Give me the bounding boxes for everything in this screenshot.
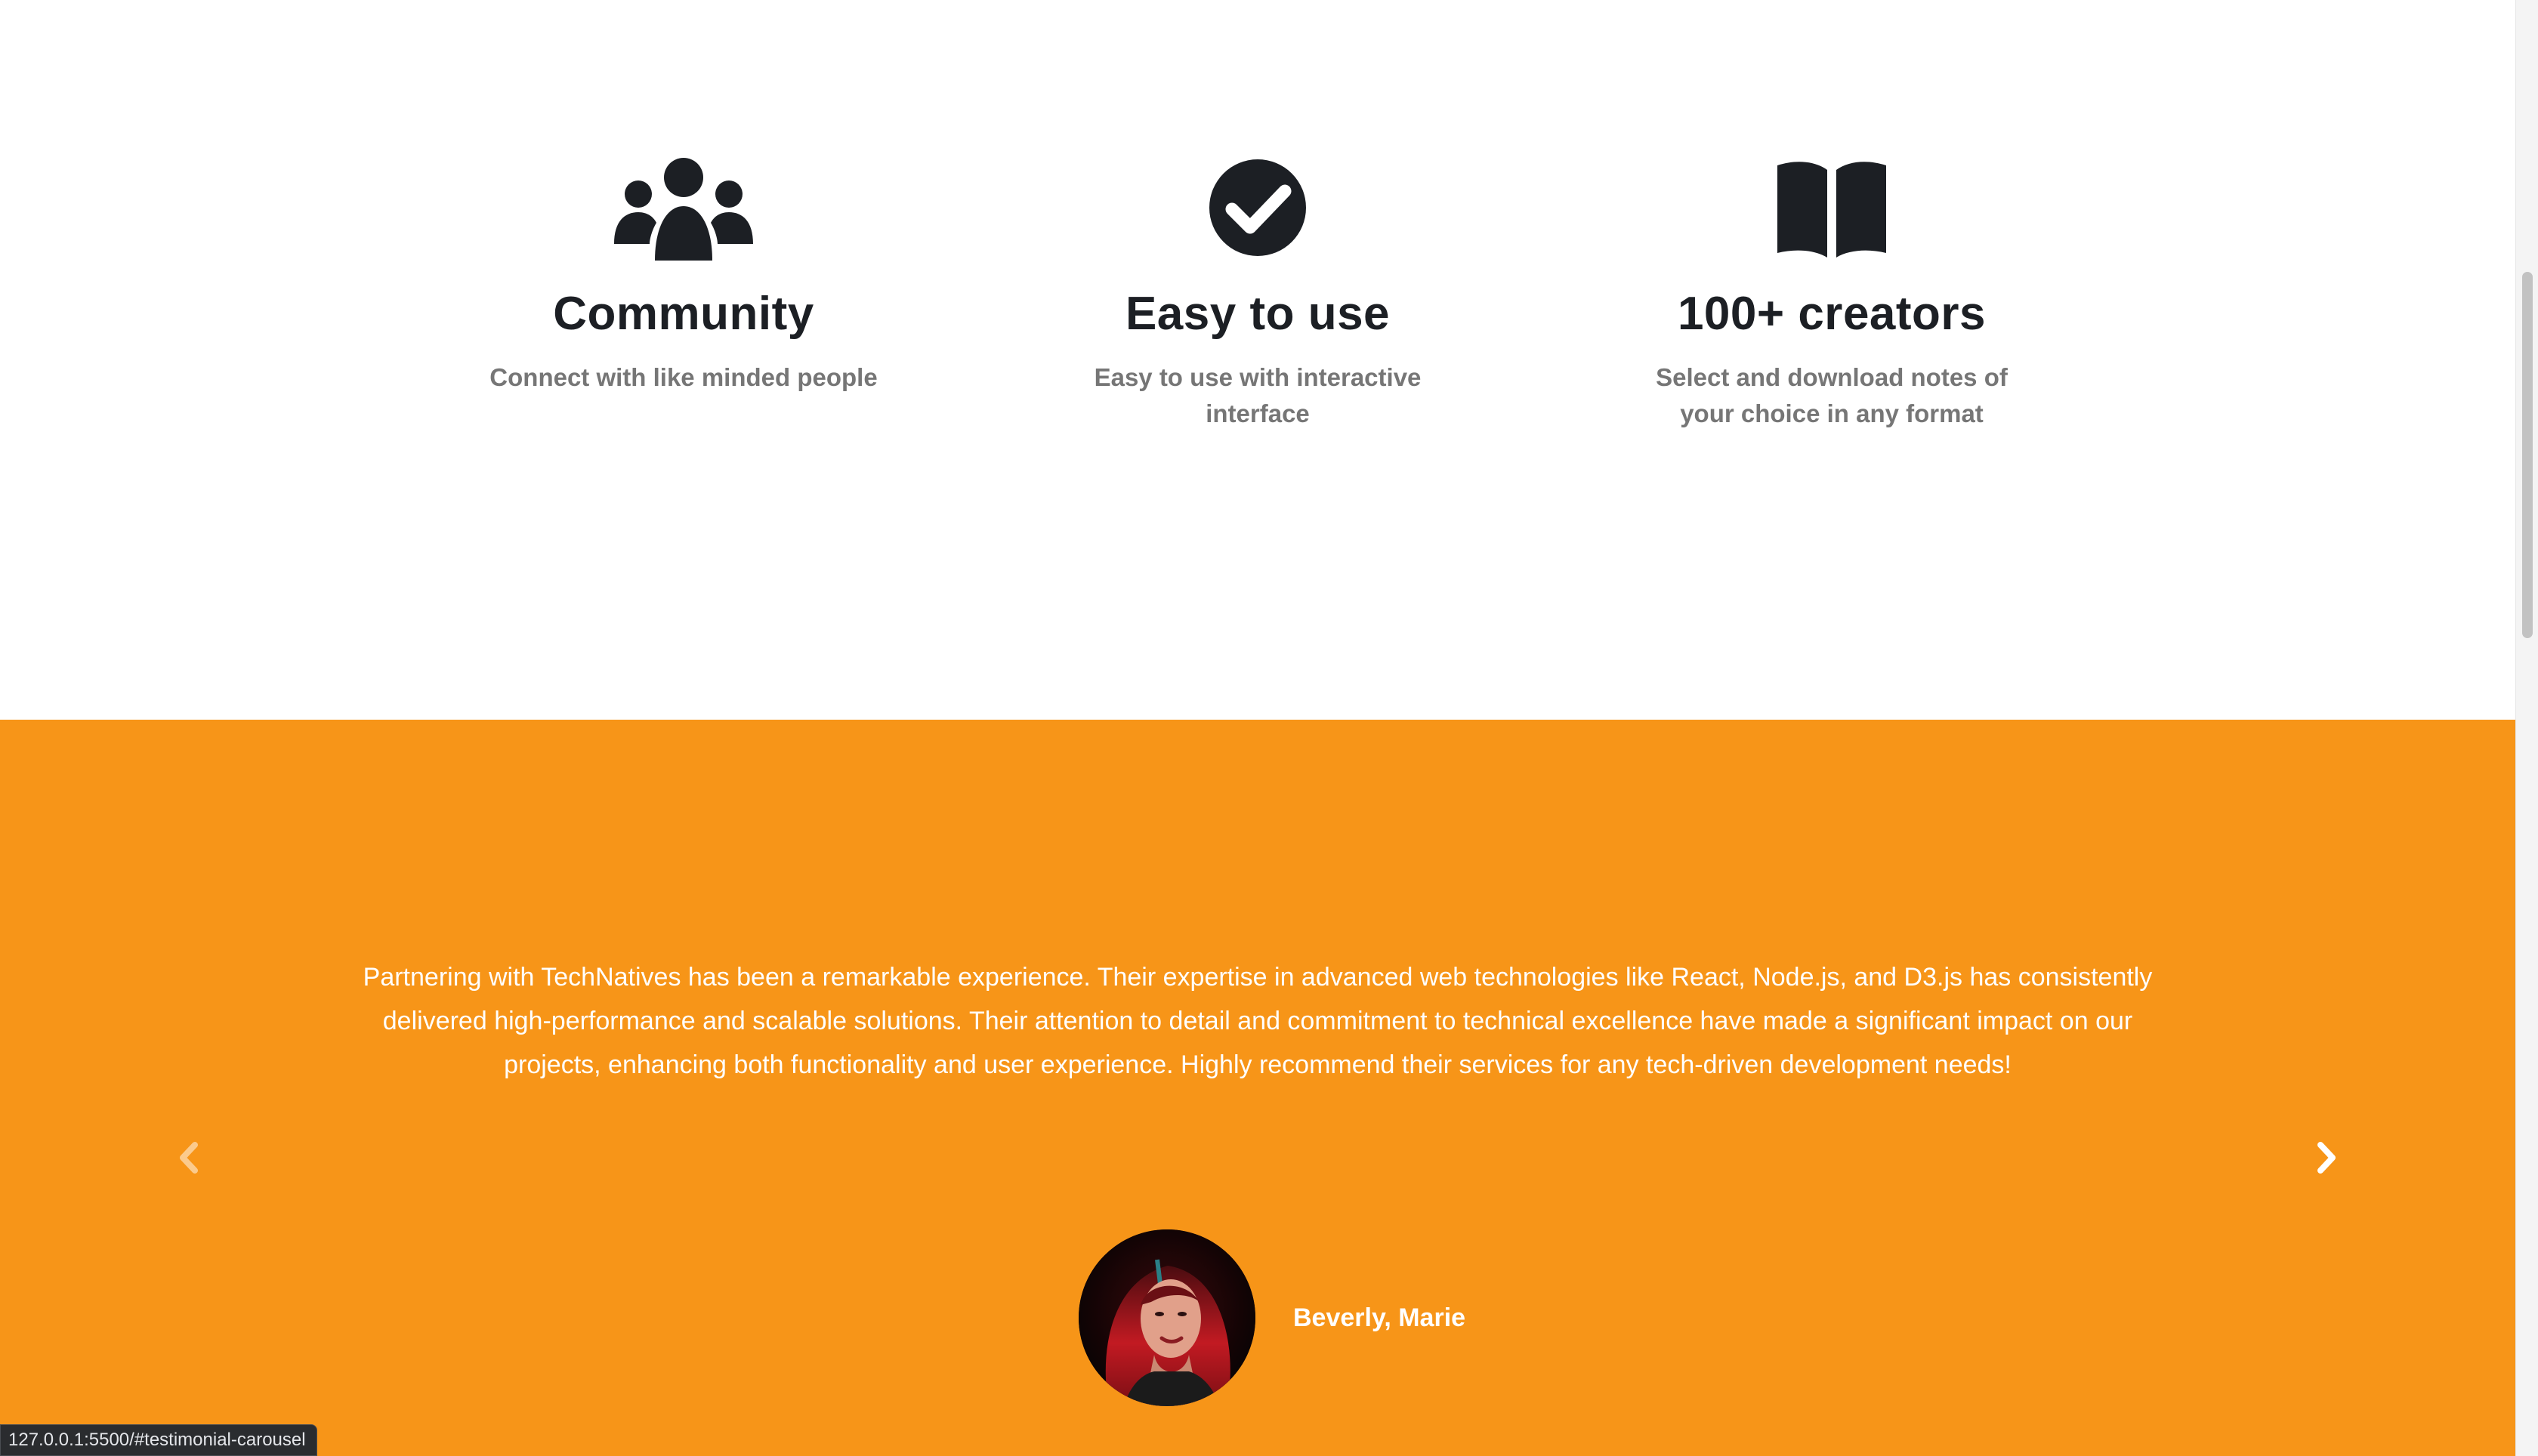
testimonial-quote: Partnering with TechNatives has been a r… bbox=[363, 963, 2153, 1079]
feature-description: Select and download notes of your choice… bbox=[1656, 363, 2008, 427]
feature-title: 100+ creators bbox=[1677, 288, 1987, 340]
feature-creators: 100+ creators Select and download notes … bbox=[1598, 155, 2066, 432]
feature-description: Easy to use with interactive interface bbox=[1094, 363, 1422, 427]
users-icon bbox=[614, 158, 753, 261]
feature-community: Community Connect with like minded peopl… bbox=[449, 155, 918, 396]
author-name: Beverly, Marie bbox=[1293, 1303, 1466, 1332]
feature-easy-to-use: Easy to use Easy to use with interactive… bbox=[1024, 155, 1492, 432]
feature-title: Easy to use bbox=[1125, 288, 1391, 340]
feature-title: Community bbox=[553, 288, 814, 340]
page-scrollbar[interactable] bbox=[2515, 0, 2538, 1456]
chevron-right-icon bbox=[2317, 1142, 2336, 1174]
check-circle-icon bbox=[1209, 159, 1306, 256]
carousel-next-button[interactable] bbox=[2304, 1135, 2349, 1180]
scrollbar-thumb[interactable] bbox=[2522, 272, 2533, 638]
status-bar-url: 127.0.0.1:5500/#testimonial-carousel bbox=[0, 1424, 317, 1456]
testimonial-author: Beverly, Marie bbox=[1079, 1229, 1465, 1406]
testimonial-carousel: Partnering with TechNatives has been a r… bbox=[0, 720, 2515, 1456]
book-open-icon bbox=[1777, 162, 1886, 258]
page-viewport: Community Connect with like minded peopl… bbox=[0, 0, 2515, 1456]
avatar-image bbox=[1079, 1229, 1255, 1406]
features-section: Community Connect with like minded peopl… bbox=[0, 0, 2515, 720]
carousel-prev-button[interactable] bbox=[166, 1135, 212, 1180]
chevron-left-icon bbox=[180, 1142, 198, 1174]
author-avatar bbox=[1079, 1229, 1255, 1406]
feature-description: Connect with like minded people bbox=[489, 363, 878, 391]
